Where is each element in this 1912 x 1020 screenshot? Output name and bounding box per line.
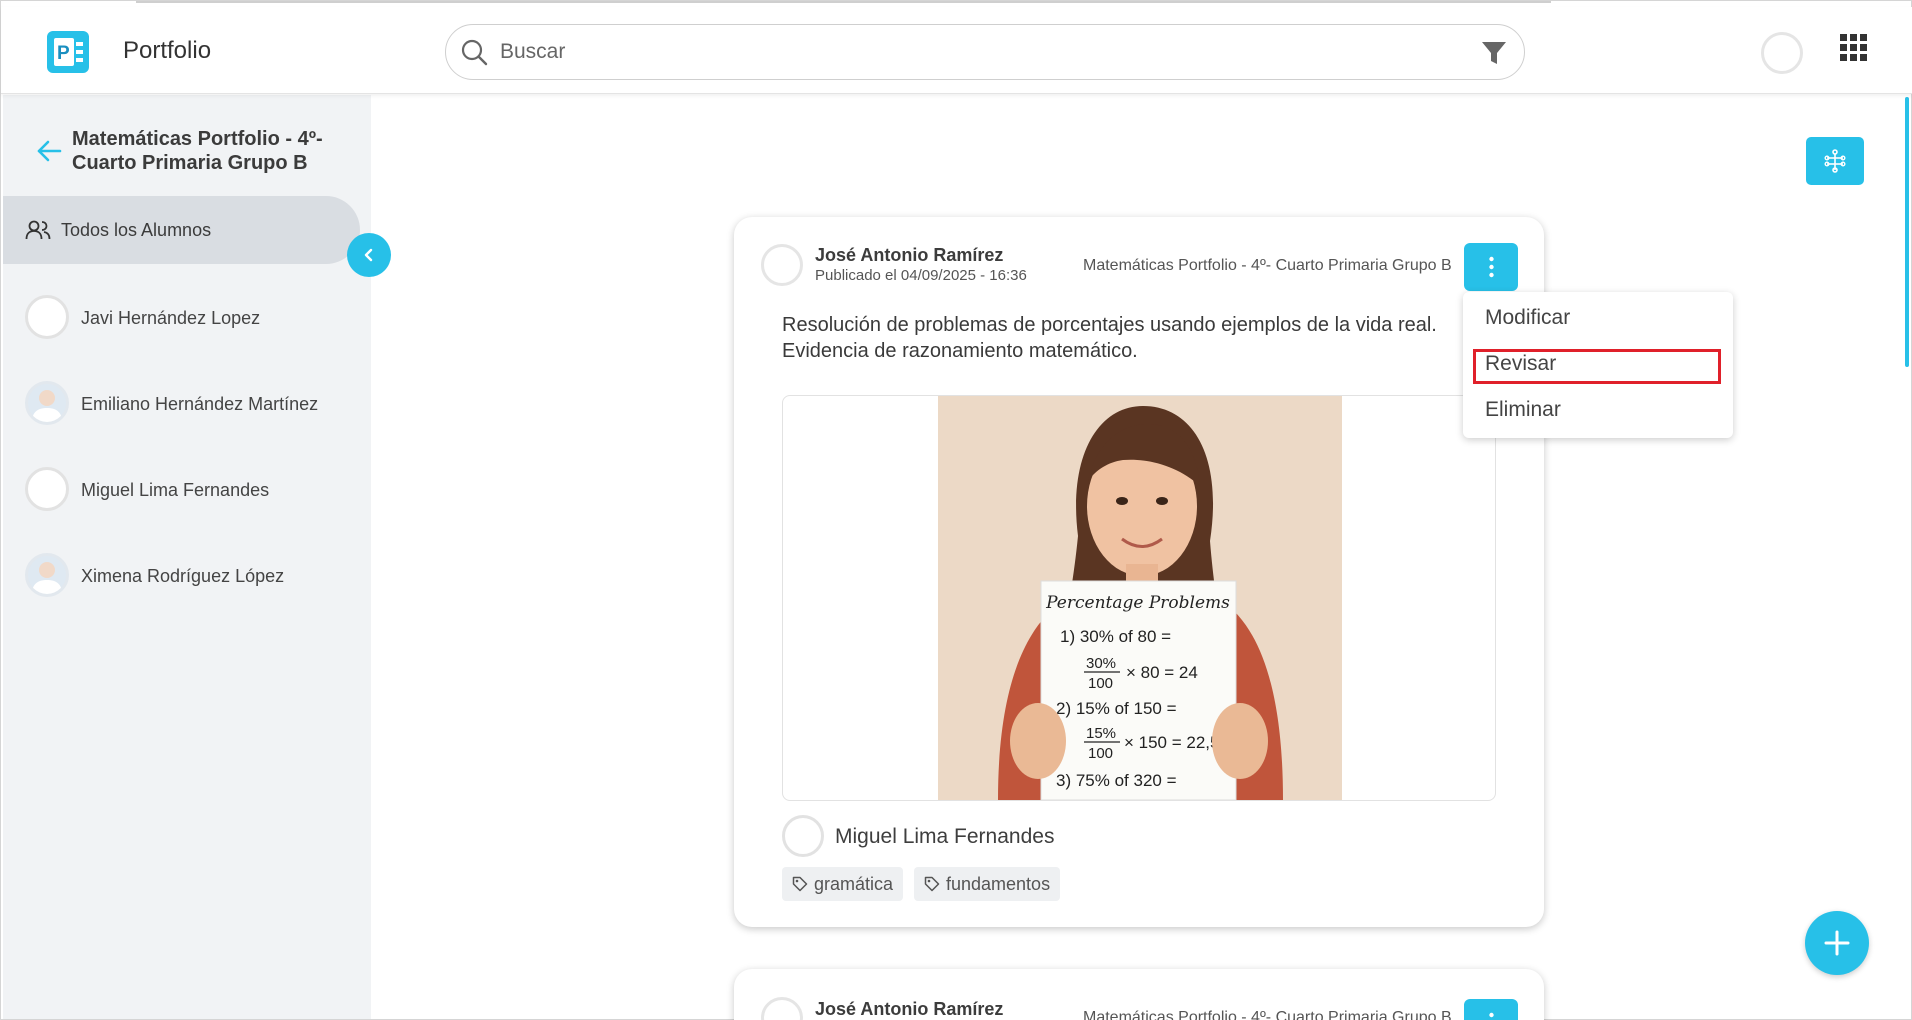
sidebar-student-item[interactable]: Ximena Rodríguez López <box>25 553 365 599</box>
sidebar-student-item[interactable]: Javi Hernández Lopez <box>25 295 365 341</box>
sheet-line: 2) 15% of 150 = <box>1056 699 1177 718</box>
description-line: Evidencia de razonamiento matemático. <box>782 340 1138 362</box>
author-avatar <box>761 244 803 286</box>
filter-icon[interactable] <box>1480 39 1508 67</box>
description-line: Resolución de problemas de porcentajes u… <box>782 314 1437 336</box>
sheet-line: × 80 = 24 <box>1126 663 1198 682</box>
student-name: Ximena Rodríguez López <box>81 566 285 586</box>
menu-item-delete[interactable]: Eliminar <box>1485 398 1561 422</box>
sheet-line: 3) 75% of 320 = <box>1056 771 1177 790</box>
student-avatar <box>25 295 69 339</box>
tag-icon <box>924 876 940 892</box>
post-menu-button[interactable] <box>1464 243 1518 291</box>
student-avatar <box>25 553 69 597</box>
sidebar: Matemáticas Portfolio - 4º- Cuarto Prima… <box>3 95 371 1019</box>
sheet-fraction-num: 30% <box>1086 655 1116 672</box>
tagged-student-name: Miguel Lima Fernandes <box>835 825 1055 848</box>
post-author: José Antonio Ramírez <box>815 999 1004 1019</box>
apps-grid-icon[interactable] <box>1839 33 1869 63</box>
tag-label: gramática <box>814 874 894 894</box>
post-card: José Antonio Ramírez Publicado el 04/09/… <box>734 217 1544 927</box>
student-avatar <box>25 381 69 425</box>
more-vertical-icon <box>1489 256 1494 278</box>
post-description: Resolución de problemas de porcentajes u… <box>782 312 1482 364</box>
add-post-button[interactable] <box>1805 911 1869 975</box>
app-title: Portfolio <box>123 37 212 64</box>
author-avatar <box>761 997 803 1020</box>
student-avatar <box>25 467 69 511</box>
top-strip <box>136 1 1551 3</box>
hierarchy-icon <box>1824 149 1846 173</box>
sheet-fraction-num: 15% <box>1086 725 1116 742</box>
menu-item-review[interactable]: Revisar <box>1485 352 1556 376</box>
sheet-line: × 150 = 22,5 <box>1124 733 1219 752</box>
tag-label: fundamentos <box>946 874 1051 894</box>
post-tag[interactable]: fundamentos <box>914 867 1061 901</box>
search-input[interactable] <box>500 25 1400 79</box>
collapse-sidebar-button[interactable] <box>347 233 391 277</box>
chevron-left-icon <box>364 248 373 262</box>
post-tag[interactable]: gramática <box>782 867 904 901</box>
student-name: Miguel Lima Fernandes <box>81 480 270 500</box>
tag-icon <box>792 876 808 892</box>
tagged-student-avatar <box>782 815 824 857</box>
post-portfolio: Matemáticas Portfolio - 4º- Cuarto Prima… <box>1083 1009 1452 1020</box>
sheet-fraction-den: 100 <box>1088 675 1113 692</box>
student-name: Javi Hernández Lopez <box>81 308 261 328</box>
header: P Portfolio <box>1 7 1912 94</box>
all-students-label: Todos los Alumnos <box>61 220 212 240</box>
main-scrollbar[interactable] <box>1905 97 1909 367</box>
search-bar[interactable] <box>445 24 1525 80</box>
app-window: P Portfolio Buscar Matemáticas Portfolio… <box>0 0 1912 1020</box>
post-image[interactable]: Percentage Problems 1) 30% of 80 = 30% 1… <box>782 395 1496 801</box>
post-menu-button[interactable] <box>1464 999 1518 1020</box>
student-name: Emiliano Hernández Martínez <box>81 394 319 414</box>
user-avatar[interactable] <box>1761 32 1803 74</box>
menu-item-modify[interactable]: Modificar <box>1485 306 1570 330</box>
post-card: José Antonio Ramírez Matemáticas Portfol… <box>734 969 1544 1020</box>
svg-text:P: P <box>57 43 70 64</box>
sidebar-student-item[interactable]: Emiliano Hernández Martínez <box>25 381 365 427</box>
course-title: Matemáticas Portfolio - 4º- Cuarto Prima… <box>72 128 323 174</box>
back-arrow-icon[interactable] <box>35 137 63 165</box>
people-icon <box>25 219 51 241</box>
sidebar-item-all-students[interactable]: Todos los Alumnos <box>3 196 360 264</box>
more-vertical-icon <box>1489 1012 1494 1018</box>
plus-icon <box>1824 930 1850 956</box>
sheet-fraction-den: 100 <box>1088 745 1113 762</box>
post-options-menu: Modificar Revisar Eliminar <box>1463 292 1733 438</box>
sidebar-student-item[interactable]: Miguel Lima Fernandes <box>25 467 365 513</box>
structure-button[interactable] <box>1806 137 1864 185</box>
student-photo: Percentage Problems 1) 30% of 80 = 30% 1… <box>938 396 1342 800</box>
post-date: Publicado el 04/09/2025 - 16:36 <box>815 267 1027 284</box>
post-author: José Antonio Ramírez <box>815 245 1004 265</box>
search-icon <box>460 38 490 68</box>
post-portfolio: Matemáticas Portfolio - 4º- Cuarto Prima… <box>1083 257 1452 274</box>
portfolio-logo-icon[interactable]: P <box>47 31 89 73</box>
sheet-title: Percentage Problems <box>1045 593 1230 613</box>
sheet-line: 1) 30% of 80 = <box>1060 627 1171 646</box>
